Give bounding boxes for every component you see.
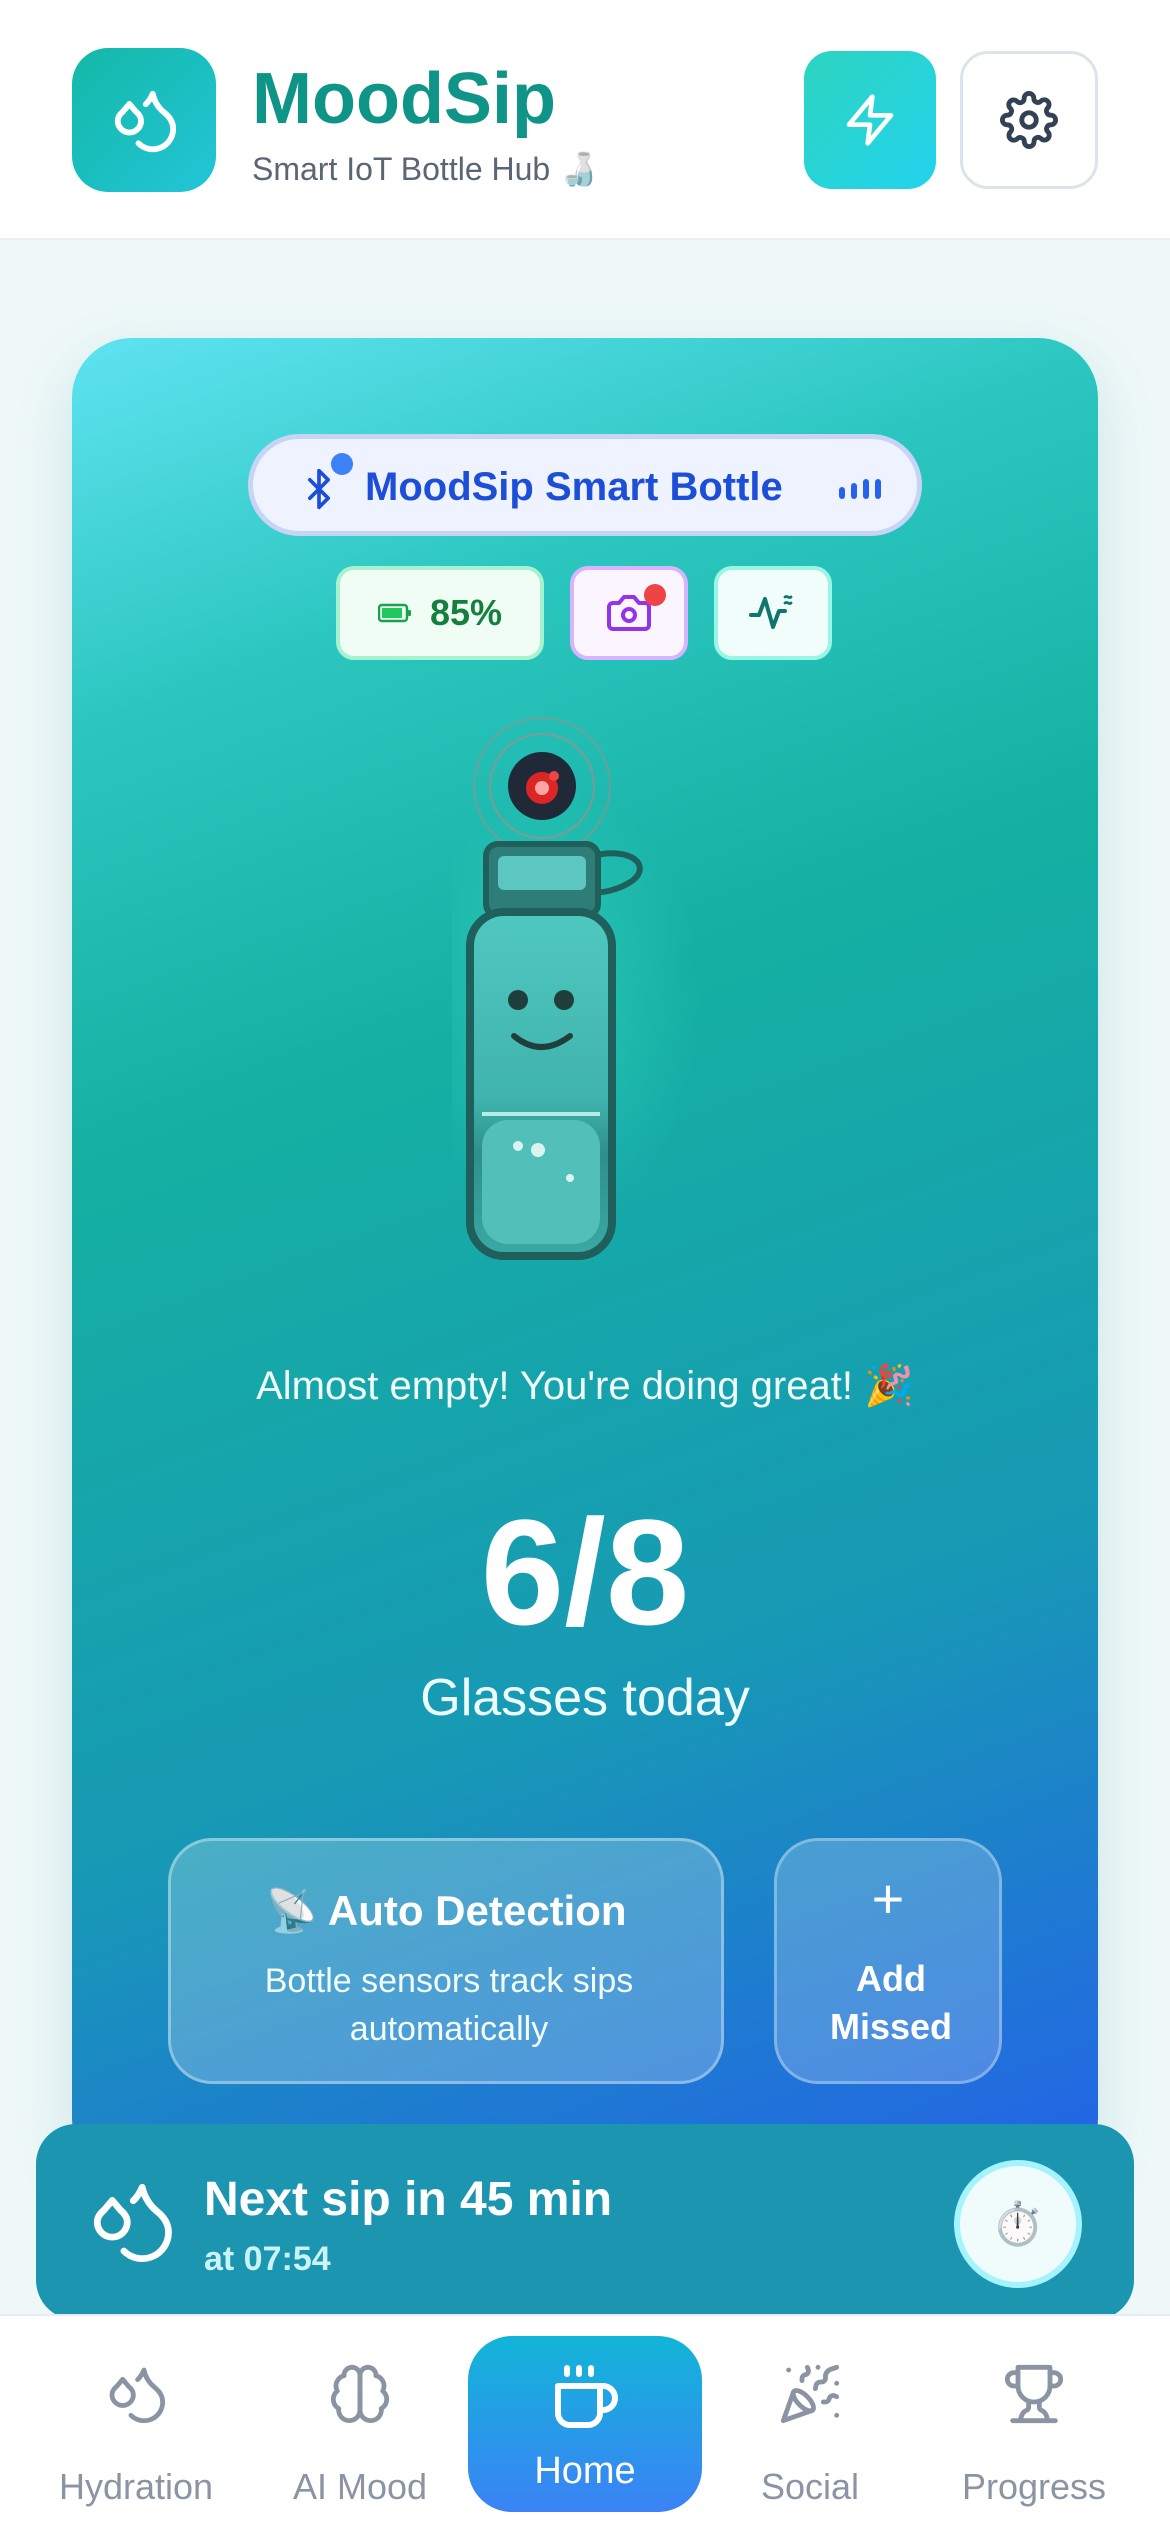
app-header: MoodSip Smart IoT Bottle Hub 🍶 xyxy=(0,0,1170,240)
party-popper-icon xyxy=(780,2364,840,2424)
glasses-label: Glasses today xyxy=(420,1669,750,1727)
water-drops-icon xyxy=(109,2367,166,2424)
brain-icon xyxy=(330,2364,390,2424)
next-sip-time: at 07:54 xyxy=(204,2240,331,2278)
battery-chip: 85% xyxy=(336,566,544,660)
device-name: MoodSip Smart Bottle xyxy=(365,465,783,509)
quick-action-button[interactable] xyxy=(804,51,936,189)
water-drops-icon xyxy=(93,2183,172,2262)
nav-item-ai-mood[interactable]: AI Mood xyxy=(250,2316,470,2532)
camera-chip[interactable] xyxy=(570,566,688,660)
next-sip-title: Next sip in 45 min xyxy=(204,2173,613,2226)
nav-label-progress: Progress xyxy=(961,2466,1107,2507)
nav-label-hydration: Hydration xyxy=(58,2466,214,2507)
nav-label-social: Social xyxy=(760,2466,860,2507)
lightning-bolt-icon xyxy=(846,94,894,146)
auto-detection-description: Bottle sensors track sips automatically xyxy=(264,1962,634,2048)
stopwatch-icon: ⏱️ xyxy=(991,2199,1045,2247)
add-missed-button[interactable]: + Add Missed xyxy=(774,1838,1002,2084)
activity-chip[interactable] xyxy=(714,566,832,660)
activity-wave-icon xyxy=(749,595,793,629)
add-missed-label: Add Missed xyxy=(829,1958,953,2047)
water-drops-icon xyxy=(114,90,177,153)
connection-status-dot xyxy=(331,453,353,475)
smart-bottle-illustration xyxy=(402,706,712,1266)
nav-item-home[interactable]: Home xyxy=(468,2336,702,2512)
auto-detection-card[interactable]: 📡 Auto Detection Bottle sensors track si… xyxy=(168,1838,724,2084)
timer-button[interactable]: ⏱️ xyxy=(954,2160,1082,2288)
hydration-status-message: Almost empty! You're doing great! 🎉 xyxy=(256,1364,914,1408)
nav-item-progress[interactable]: Progress xyxy=(924,2316,1144,2532)
nav-item-social[interactable]: Social xyxy=(700,2316,920,2532)
battery-icon xyxy=(377,603,411,623)
plus-icon: + xyxy=(871,1867,905,1930)
signal-strength-icon xyxy=(839,479,881,499)
gear-icon xyxy=(1000,91,1058,149)
battery-level: 85% xyxy=(429,592,503,633)
glasses-count: 6/8 xyxy=(480,1488,690,1656)
settings-button[interactable] xyxy=(960,51,1098,189)
recording-dot xyxy=(644,584,666,606)
nav-label-ai-mood: AI Mood xyxy=(292,2466,428,2507)
trophy-icon xyxy=(1004,2364,1064,2424)
bottle-status-card: MoodSip Smart Bottle 85% Almost empty! Y… xyxy=(72,338,1098,2178)
app-title: MoodSip xyxy=(252,59,556,139)
device-connection-pill[interactable]: MoodSip Smart Bottle xyxy=(248,434,922,536)
nav-item-hydration[interactable]: Hydration xyxy=(26,2316,246,2532)
cup-icon xyxy=(555,2365,618,2428)
app-subtitle: Smart IoT Bottle Hub 🍶 xyxy=(252,151,599,187)
nav-label-home: Home xyxy=(534,2450,636,2492)
next-sip-banner: Next sip in 45 min at 07:54 ⏱️ xyxy=(36,2124,1134,2320)
auto-detection-title: 📡 Auto Detection xyxy=(265,1887,627,1934)
bottom-navigation: Hydration AI Mood Home Social Progress xyxy=(0,2314,1170,2532)
app-logo xyxy=(72,48,216,192)
